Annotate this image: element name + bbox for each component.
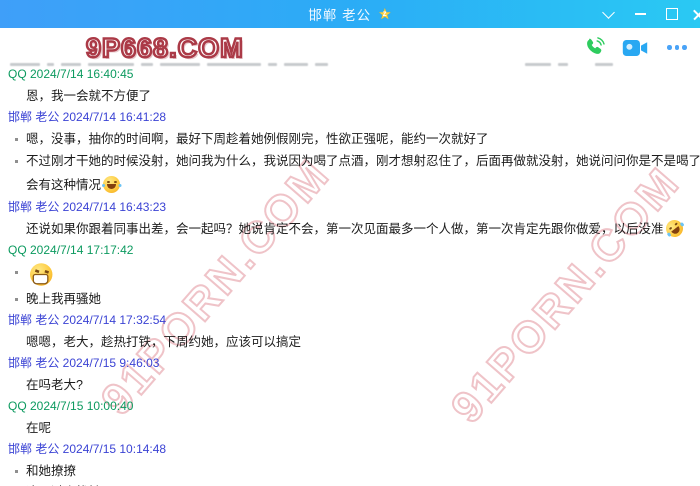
minimize-button[interactable] xyxy=(624,0,656,28)
message-line: 和她撩撩 xyxy=(0,461,700,483)
message-text: 恩，我一会就不方便了 xyxy=(26,89,151,103)
timestamp-text: QQ 2024/7/14 16:40:45 xyxy=(8,67,133,81)
grin-emoji-icon xyxy=(30,263,52,285)
message-line: 晚上我再骚她 xyxy=(0,289,700,311)
timestamp-text: 邯郸 老公 2024/7/14 16:43:23 xyxy=(8,200,166,214)
chevron-down-icon[interactable] xyxy=(592,0,624,28)
message-text: 在吗老大? xyxy=(26,378,83,392)
vip-star-icon: ★z xyxy=(378,7,391,22)
minimize-glyph xyxy=(635,13,646,15)
dot xyxy=(675,45,680,50)
timestamp-line: 邯郸 老公 2024/7/15 10:14:48 xyxy=(0,439,700,461)
maximize-glyph xyxy=(666,8,678,20)
timestamp-line: 邯郸 老公 2024/7/14 16:41:28 xyxy=(0,107,700,129)
timestamp-text: 邯郸 老公 2024/7/14 16:41:28 xyxy=(8,110,166,124)
chat-window: 邯郸 老公 ★z 9P668.COM xyxy=(0,0,700,486)
message-line: 嗯，没事，抽你的时间啊，最好下周趁着她例假刚完，性欲正强呢，能约一次就好了 xyxy=(0,129,700,151)
phone-icon xyxy=(583,36,606,59)
timestamp-text: 邯郸 老公 2024/7/15 10:14:48 xyxy=(8,442,166,456)
timestamp-text: 邯郸 老公 2024/7/15 9:46:03 xyxy=(8,356,159,370)
timestamp-text: 邯郸 老公 2024/7/14 17:32:54 xyxy=(8,313,166,327)
timestamp-line: 邯郸 老公 2024/7/14 16:43:23 xyxy=(0,197,700,219)
window-title: 邯郸 老公 xyxy=(308,4,371,24)
message-line: 在呢 xyxy=(0,418,700,440)
video-camera-icon xyxy=(622,39,648,57)
chevron-glyph xyxy=(602,6,615,19)
message-line: 这周过来找她吗 xyxy=(0,482,700,486)
timestamp-text: QQ 2024/7/15 10:00:40 xyxy=(8,399,133,413)
chat-message-log: QQ 2024/7/14 16:40:45 恩，我一会就不方便了邯郸 老公 202… xyxy=(0,64,700,486)
site-watermark: 9P668.COM xyxy=(86,33,244,64)
timestamp-line: 邯郸 老公 2024/7/15 9:46:03 xyxy=(0,353,700,375)
message-text: 在呢 xyxy=(26,421,51,435)
message-line: 在吗老大? xyxy=(0,375,700,397)
timestamp-text: QQ 2024/7/14 17:17:42 xyxy=(8,243,133,257)
message-text: 和她撩撩 xyxy=(26,464,76,478)
message-text: 嗯，没事，抽你的时间啊，最好下周趁着她例假刚完，性欲正强呢，能约一次就好了 xyxy=(26,132,489,146)
message-text: 不过刚才干她的时候没射，她问我为什么，我说因为喝了点酒，刚才想射忍住了，后面再做… xyxy=(26,154,700,192)
message-text: 嗯嗯，老大，趁热打铁，下周约她，应该可以搞定 xyxy=(26,335,301,349)
message-line xyxy=(0,262,700,289)
rofl-emoji-icon xyxy=(662,216,686,240)
timestamp-line: 邯郸 老公 2024/7/14 17:32:54 xyxy=(0,310,700,332)
voice-call-button[interactable] xyxy=(583,36,606,59)
dot xyxy=(682,45,687,50)
message-line: 恩，我一会就不方便了 xyxy=(0,86,700,108)
header-action-icons xyxy=(583,36,690,59)
timestamp-line: QQ 2024/7/14 17:17:42 xyxy=(0,240,700,262)
video-call-button[interactable] xyxy=(622,39,648,57)
vip-badge-letter: z xyxy=(383,10,387,18)
joy-emoji-icon xyxy=(103,176,120,193)
timestamp-line: QQ 2024/7/14 16:40:45 xyxy=(0,64,700,86)
message-line: 还说如果你跟着同事出差，会一起吗？她说肯定不会，第一次见面最多一个人做，第一次肯… xyxy=(0,219,700,241)
message-text: 晚上我再骚她 xyxy=(26,292,101,306)
window-controls xyxy=(592,0,700,28)
message-line: 嗯嗯，老大，趁热打铁，下周约她，应该可以搞定 xyxy=(0,332,700,354)
close-glyph xyxy=(692,8,700,21)
more-options-button[interactable] xyxy=(664,38,690,58)
maximize-button[interactable] xyxy=(656,0,688,28)
close-button[interactable] xyxy=(688,0,700,28)
dot xyxy=(667,45,672,50)
message-line: 不过刚才干她的时候没射，她问我为什么，我说因为喝了点酒，刚才想射忍住了，后面再做… xyxy=(0,150,700,197)
message-text: 还说如果你跟着同事出差，会一起吗？她说肯定不会，第一次见面最多一个人做，第一次肯… xyxy=(26,222,664,236)
timestamp-line: QQ 2024/7/15 10:00:40 xyxy=(0,396,700,418)
title-bar: 邯郸 老公 ★z xyxy=(0,0,700,28)
